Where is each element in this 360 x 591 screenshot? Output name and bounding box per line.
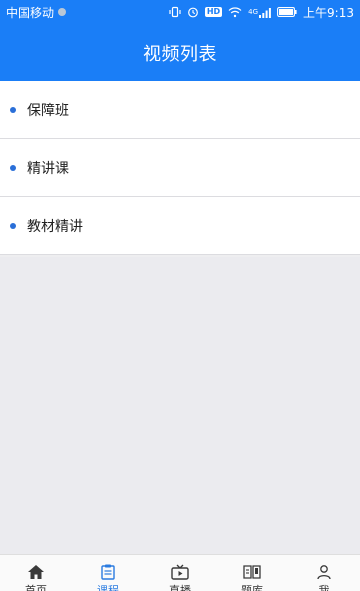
- tab-live[interactable]: 直播: [144, 555, 216, 591]
- question-bank-icon: [243, 564, 261, 584]
- vibrate-icon: [169, 6, 181, 18]
- bullet-icon: [10, 222, 16, 229]
- status-icons: HD 4G 上午9:13: [169, 4, 354, 21]
- carrier-name: 中国移动: [6, 5, 55, 20]
- list-item-label: 保障班: [27, 102, 69, 119]
- battery-icon: [277, 7, 297, 17]
- hd-icon: HD: [204, 7, 223, 17]
- tab-course[interactable]: 课程: [72, 555, 144, 591]
- list-item[interactable]: 教材精讲: [0, 197, 360, 255]
- list-item-label: 精讲课: [27, 160, 69, 177]
- list-item[interactable]: 保障班: [0, 81, 360, 139]
- live-tv-icon: [171, 564, 189, 584]
- status-bar: 中国移动 HD 4G 上午9:13: [0, 0, 360, 24]
- tab-home[interactable]: 首页: [0, 555, 72, 591]
- list-item[interactable]: 精讲课: [0, 139, 360, 197]
- bullet-icon: [10, 106, 16, 113]
- carrier-group: 中国移动: [6, 4, 67, 21]
- signal-icon: 4G: [248, 7, 271, 18]
- tab-label: 直播: [169, 584, 191, 591]
- tab-label: 课程: [97, 584, 119, 591]
- tab-label: 题库: [241, 584, 263, 591]
- page-title: 视频列表: [143, 43, 217, 65]
- video-category-list: 保障班 精讲课 教材精讲: [0, 81, 360, 255]
- profile-icon: [316, 564, 332, 584]
- tab-label: 我: [318, 584, 330, 591]
- empty-content-area: [0, 257, 360, 554]
- tab-label: 首页: [25, 584, 47, 591]
- alarm-icon: [187, 6, 199, 18]
- tab-question-bank[interactable]: 题库: [216, 555, 288, 591]
- carrier-indicator-icon: [58, 8, 67, 16]
- wifi-icon: [228, 6, 242, 18]
- tab-profile[interactable]: 我: [288, 555, 360, 591]
- status-time: 上午9:13: [303, 5, 354, 20]
- course-icon: [100, 564, 116, 584]
- home-icon: [27, 564, 45, 584]
- bottom-tab-bar: 首页 课程 直播 题库 我: [0, 554, 360, 591]
- bullet-icon: [10, 164, 16, 171]
- header-bar: 视频列表: [0, 24, 360, 81]
- list-item-label: 教材精讲: [27, 218, 83, 235]
